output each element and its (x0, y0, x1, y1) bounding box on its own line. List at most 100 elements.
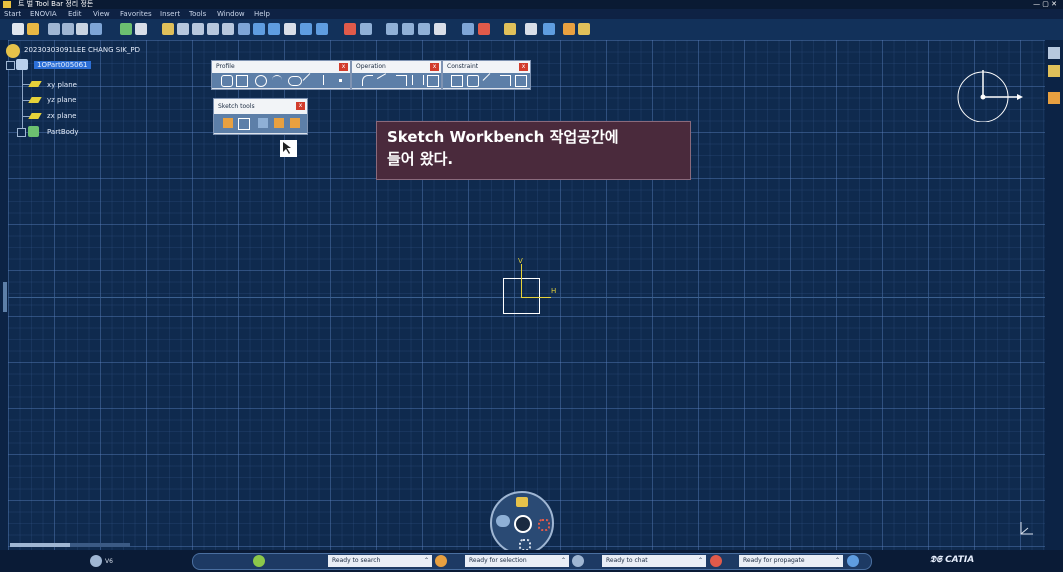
tree-xy-plane[interactable]: xy plane (47, 81, 77, 89)
profile-toolbar-title[interactable]: Profile x (212, 61, 350, 73)
tree-partbody[interactable]: PartBody (47, 128, 79, 136)
fit-all-icon[interactable] (162, 23, 174, 35)
help-icon[interactable] (135, 23, 147, 35)
propagate-field[interactable]: Ready for propagate ⌃ (739, 555, 843, 567)
selection-status-icon[interactable] (572, 555, 584, 567)
chat-status-icon[interactable] (710, 555, 722, 567)
nav-wheel[interactable] (490, 491, 554, 555)
menu-window[interactable]: Window (217, 9, 245, 19)
point-icon[interactable] (339, 79, 342, 82)
settings-icon[interactable] (578, 23, 590, 35)
catalog-icon[interactable] (525, 23, 537, 35)
close-icon[interactable]: x (296, 102, 305, 110)
ellipse-icon[interactable] (288, 76, 302, 86)
menu-view[interactable]: View (93, 9, 110, 19)
measure-icon[interactable] (418, 23, 430, 35)
mirror-icon[interactable] (412, 75, 424, 85)
copy-icon[interactable] (62, 23, 74, 35)
play-icon[interactable] (514, 515, 532, 533)
search-status-icon[interactable] (435, 555, 447, 567)
dimensional-constraint-icon[interactable] (290, 118, 300, 128)
swap-space-icon[interactable] (300, 23, 312, 35)
v6-icon[interactable] (90, 555, 102, 567)
rotate-icon[interactable] (192, 23, 204, 35)
sketch-tools-toolbar-title[interactable]: Sketch tools x (214, 99, 307, 114)
measure-icon[interactable] (1048, 47, 1060, 59)
circle-icon[interactable] (255, 75, 267, 87)
zoom-out-icon[interactable] (222, 23, 234, 35)
compass[interactable] (957, 66, 1023, 123)
network-icon[interactable] (538, 519, 550, 531)
open-icon[interactable] (27, 23, 39, 35)
cut-icon[interactable] (48, 23, 60, 35)
update-icon[interactable] (462, 23, 474, 35)
line-icon[interactable] (302, 73, 318, 88)
tree-part[interactable]: 1OPart005061 (34, 61, 91, 69)
menu-start[interactable]: Start (4, 9, 21, 19)
chat-field[interactable]: Ready to chat ⌃ (602, 555, 706, 567)
chamfer-icon[interactable] (376, 73, 392, 88)
search-field[interactable]: Ready to search ⌃ (328, 555, 432, 567)
hide-show-icon[interactable] (284, 23, 296, 35)
spline-icon[interactable] (272, 75, 282, 86)
compass-status-icon[interactable] (253, 555, 265, 567)
menu-tools[interactable]: Tools (189, 9, 206, 19)
snap-to-point-icon[interactable] (238, 118, 250, 130)
zoom-in-icon[interactable] (207, 23, 219, 35)
paste-icon[interactable] (76, 23, 88, 35)
sketch-icon[interactable] (360, 23, 372, 35)
render-style-icon[interactable] (268, 23, 280, 35)
bulb-icon[interactable] (563, 23, 575, 35)
bulb-icon[interactable] (1048, 92, 1060, 104)
tree-zx-plane[interactable]: zx plane (47, 112, 76, 120)
operation-toolbar-title[interactable]: Operation x (352, 61, 441, 73)
projection-icon[interactable] (427, 75, 439, 87)
propagate-status-icon[interactable] (847, 555, 859, 567)
selection-field[interactable]: Ready for selection ⌃ (465, 555, 569, 567)
normal-view-icon[interactable] (238, 23, 250, 35)
fix-together-icon[interactable] (482, 73, 498, 88)
tools-icon[interactable] (478, 23, 490, 35)
close-icon[interactable]: x (339, 63, 348, 71)
exit-workbench-icon[interactable] (316, 23, 328, 35)
contact-constraint-icon[interactable] (467, 75, 479, 87)
globe-icon[interactable] (120, 23, 132, 35)
trim-icon[interactable] (396, 75, 407, 86)
constraint-toolbar-title[interactable]: Constraint x (443, 61, 530, 73)
panel-handle[interactable] (3, 282, 7, 312)
menu-favorites[interactable]: Favorites (120, 9, 152, 19)
profile-tool-icon[interactable] (221, 75, 233, 87)
close-icon[interactable]: x (430, 63, 439, 71)
menu-insert[interactable]: Insert (160, 9, 180, 19)
expand-icon[interactable] (17, 128, 26, 137)
auto-constraint-icon[interactable] (500, 75, 511, 86)
pan-icon[interactable] (177, 23, 189, 35)
constraint-icon[interactable] (386, 23, 398, 35)
corner-icon[interactable] (362, 75, 373, 86)
menu-edit[interactable]: Edit (68, 9, 82, 19)
close-icon[interactable]: x (519, 63, 528, 71)
table-icon[interactable] (434, 23, 446, 35)
tree-root[interactable]: 20230303091LEE CHANG SIK_PD (24, 46, 140, 54)
views-icon[interactable] (253, 23, 265, 35)
constraint-dialog-icon[interactable] (451, 75, 463, 87)
menu-help[interactable]: Help (254, 9, 270, 19)
people-icon[interactable] (516, 497, 528, 507)
animate-constraint-icon[interactable] (515, 75, 527, 87)
menu-enovia[interactable]: ENOVIA (30, 9, 57, 19)
analysis-icon[interactable] (402, 23, 414, 35)
mass-icon[interactable] (504, 23, 516, 35)
new-icon[interactable] (12, 23, 24, 35)
window-controls[interactable]: — ▢ ✕ (1033, 0, 1057, 9)
scrollbar-thumb[interactable] (10, 543, 70, 547)
construction-icon[interactable] (258, 118, 268, 128)
geometric-constraint-icon[interactable] (274, 118, 284, 128)
rectangle-icon[interactable] (236, 75, 248, 87)
axis-line-icon[interactable] (323, 75, 324, 85)
undo-icon[interactable] (90, 23, 102, 35)
tree-yz-plane[interactable]: yz plane (47, 96, 76, 104)
axis-icon[interactable] (344, 23, 356, 35)
grid-icon[interactable] (223, 118, 233, 128)
cloud-icon[interactable] (496, 515, 510, 527)
collapse-icon[interactable] (6, 61, 15, 70)
